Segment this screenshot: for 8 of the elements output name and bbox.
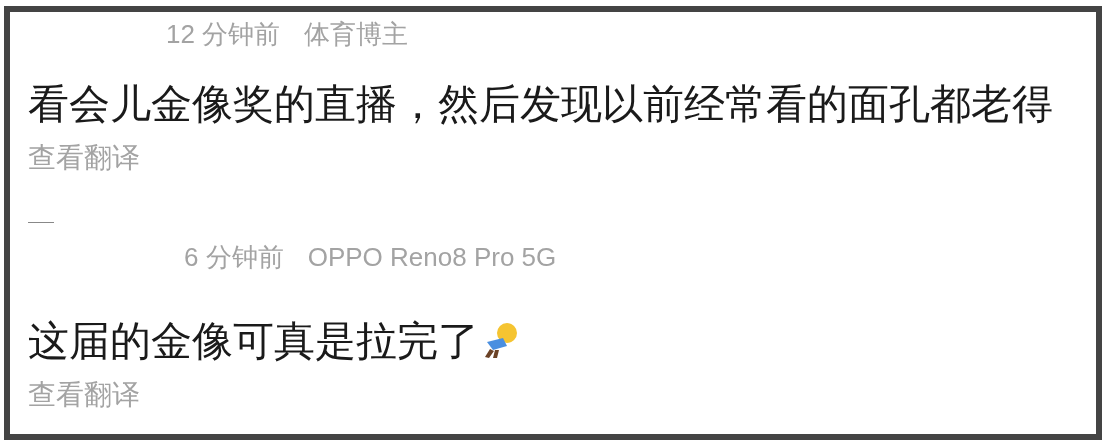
comment-source: 体育博主 (304, 18, 409, 51)
comment-time: 12 分钟前 (166, 18, 281, 51)
comment-text: 这届的金像可真是拉完了 (28, 317, 479, 366)
translate-link[interactable]: 查看翻译 (28, 140, 140, 176)
comment-source: OPPO Reno8 Pro 5G (307, 241, 557, 274)
translate-link[interactable]: 查看翻译 (28, 377, 140, 413)
comment-time: 6 分钟前 (184, 241, 284, 274)
comment-text: 看会儿金像奖的直播，然后发现以前经常看的面孔都老得 (28, 80, 1053, 129)
